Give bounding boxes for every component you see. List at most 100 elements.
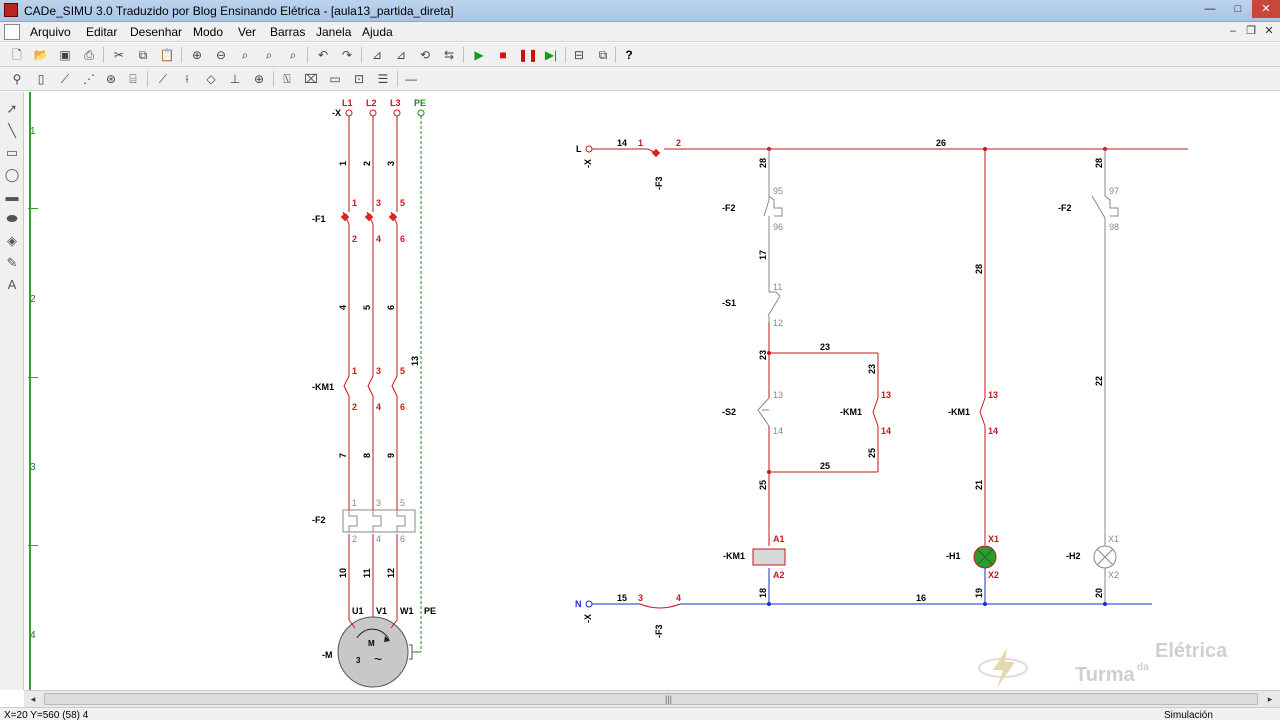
phase-l2: L2 [366,98,377,108]
window-cascade-icon[interactable]: ⧉ [594,46,612,64]
pen-icon[interactable]: ✎ [3,254,21,272]
wire-28: 28 [758,158,768,168]
contact-nc-icon[interactable]: ⟊ [178,70,196,88]
minimize-button[interactable]: — [1196,0,1224,18]
f2-term: 5 [400,498,405,508]
save-icon[interactable]: ▣ [56,46,74,64]
child-restore-button[interactable]: ❐ [1244,24,1258,38]
window-tile-icon[interactable]: ⊟ [570,46,588,64]
open-folder-icon[interactable]: 📂 [32,46,50,64]
wire-num: 9 [386,453,396,458]
timer-icon[interactable]: ⍂ [278,70,296,88]
print-icon[interactable]: ⎙ [80,46,98,64]
menu-barras[interactable]: Barras [270,25,305,39]
f2-95: 95 [773,186,783,196]
logo-word-eletrica: Elétrica [1155,640,1228,662]
km1-term: 6 [400,402,405,412]
f3-term: 3 [638,593,643,603]
wire-num: 8 [362,453,372,458]
sim-stop-icon[interactable]: ■ [494,46,512,64]
km1-term: 5 [400,366,405,376]
zoom-in-icon[interactable]: ⊕ [188,46,206,64]
coil-icon[interactable]: ⊥ [226,70,244,88]
button-icon[interactable]: ▭ [326,70,344,88]
child-close-button[interactable]: ✕ [1262,24,1276,38]
menu-desenhar[interactable]: Desenhar [130,25,182,39]
mirror-h-icon[interactable]: ⊿ [368,46,386,64]
km1-sig-term: 13 [988,390,998,400]
transformer-icon[interactable]: ⌸ [124,70,142,88]
motor-term: W1 [400,606,414,616]
phase-l1: L1 [342,98,353,108]
zoom-area-icon[interactable]: ⌕ [260,46,278,64]
wire-16: 16 [916,593,926,603]
wire-25: 25 [758,480,768,490]
cut-icon[interactable]: ✂ [110,46,128,64]
filled-ellipse-icon[interactable]: ⬬ [3,210,21,228]
pointer-icon[interactable]: ➚ [3,100,21,118]
zoom-all-icon[interactable]: ⌕ [284,46,302,64]
line-icon[interactable]: — [402,70,420,88]
h1-x1: X1 [988,534,999,544]
km1-coil-label: -KM1 [723,551,745,561]
motor-icon[interactable]: ⊛ [102,70,120,88]
breaker-icon[interactable]: ⟋ [56,70,74,88]
help-icon[interactable]: ? [620,46,638,64]
sim-step-icon[interactable]: ▶| [542,46,560,64]
undo-icon[interactable]: ↶ [314,46,332,64]
menu-editar[interactable]: Editar [86,25,117,39]
text-icon[interactable]: A [3,276,21,294]
h2-x1: X1 [1108,534,1119,544]
flip-icon[interactable]: ⇆ [440,46,458,64]
child-minimize-button[interactable]: – [1226,24,1240,38]
thermal-icon[interactable]: ⋰ [80,70,98,88]
horizontal-scrollbar[interactable]: ◂ ||| ▸ [24,690,1280,707]
contact-no-icon[interactable]: ⟋ [154,70,172,88]
menu-ver[interactable]: Ver [238,25,256,39]
power-circuit [337,109,425,688]
copy-icon[interactable]: ⧉ [134,46,152,64]
sim-play-icon[interactable]: ▶ [470,46,488,64]
pe-wire-num: 13 [410,356,420,366]
lamp-icon[interactable]: ⊕ [250,70,268,88]
wire-15: 15 [617,593,627,603]
redo-icon[interactable]: ↷ [338,46,356,64]
paste-icon[interactable]: 📋 [158,46,176,64]
wire-20: 20 [1094,588,1104,598]
app-icon[interactable] [4,3,18,17]
mirror-v-icon[interactable]: ⊿ [392,46,410,64]
filled-rectangle-icon[interactable]: ▬ [3,188,21,206]
f3-top-label: -F3 [654,177,664,191]
sim-pause-icon[interactable]: ❚❚ [518,46,538,64]
zoom-fit-icon[interactable]: ⌕ [236,46,254,64]
close-button[interactable]: ✕ [1252,0,1280,18]
menu-janela[interactable]: Janela [316,25,351,39]
relay-icon[interactable]: ⌧ [302,70,320,88]
scroll-left-icon[interactable]: ◂ [27,693,39,705]
motor-m: M [368,639,375,648]
diode-icon[interactable]: ◇ [202,70,220,88]
menu-arquivo[interactable]: Arquivo [30,25,71,39]
fuse-icon[interactable]: ▯ [32,70,50,88]
fill-bucket-icon[interactable]: ◈ [3,232,21,250]
f2-aux-label-2: -F2 [1058,203,1072,213]
socket-icon[interactable]: ⊡ [350,70,368,88]
bus-icon[interactable]: ☰ [374,70,392,88]
document-icon[interactable] [4,24,20,40]
drawing-canvas[interactable]: L1 L2 L3 PE -X 1 2 3 -F1 1 3 5 2 4 6 4 5… [38,92,1280,690]
scroll-right-icon[interactable]: ▸ [1264,693,1276,705]
new-file-icon[interactable]: 🗋 [8,46,26,64]
menu-modo[interactable]: Modo [193,25,223,39]
maximize-button[interactable]: □ [1224,0,1252,18]
zoom-out-icon[interactable]: ⊖ [212,46,230,64]
components-toolbar: ⚲ ▯ ⟋ ⋰ ⊛ ⌸ ⟋ ⟊ ◇ ⊥ ⊕ ⍂ ⌧ ▭ ⊡ ☰ — [0,67,1280,91]
line-draw-icon[interactable]: ╲ [3,122,21,140]
terminal-icon[interactable]: ⚲ [8,70,26,88]
menu-ajuda[interactable]: Ajuda [362,25,393,39]
rotate-icon[interactable]: ⟲ [416,46,434,64]
scroll-thumb[interactable]: ||| [44,693,1258,705]
wire-num: 2 [362,161,372,166]
ellipse-icon[interactable]: ◯ [3,166,21,184]
rectangle-icon[interactable]: ▭ [3,144,21,162]
drawing-toolbar: ➚ ╲ ▭ ◯ ▬ ⬬ ◈ ✎ A [0,92,24,690]
